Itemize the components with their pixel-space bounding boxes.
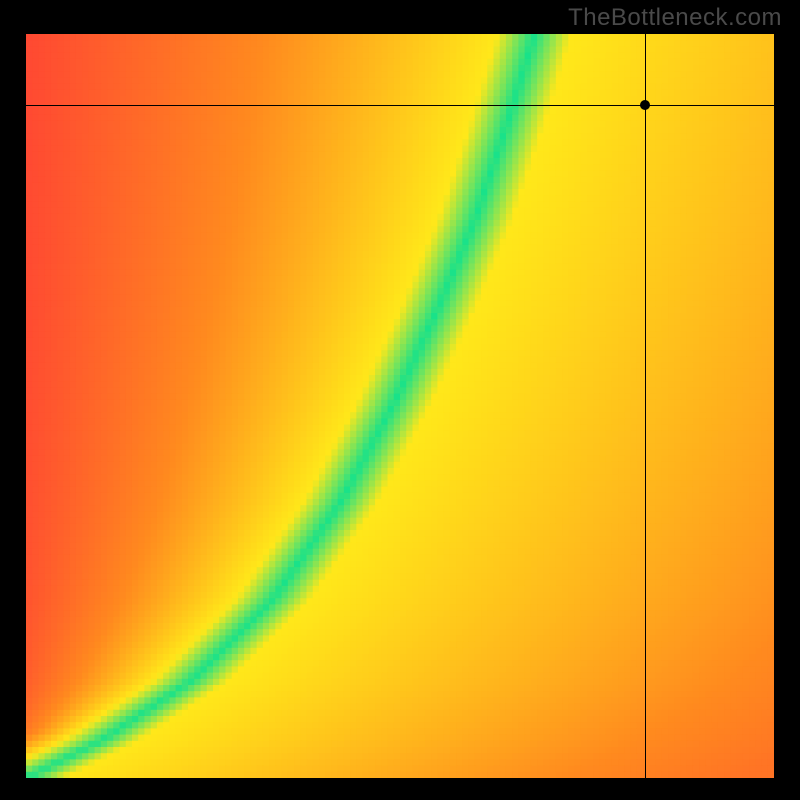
chart-container: TheBottleneck.com [0,0,800,800]
data-point-marker [640,100,650,110]
watermark-text: TheBottleneck.com [568,4,782,32]
heatmap-canvas [26,34,774,778]
crosshair-horizontal [26,105,774,106]
crosshair-vertical [645,34,646,778]
plot-area [26,34,774,778]
